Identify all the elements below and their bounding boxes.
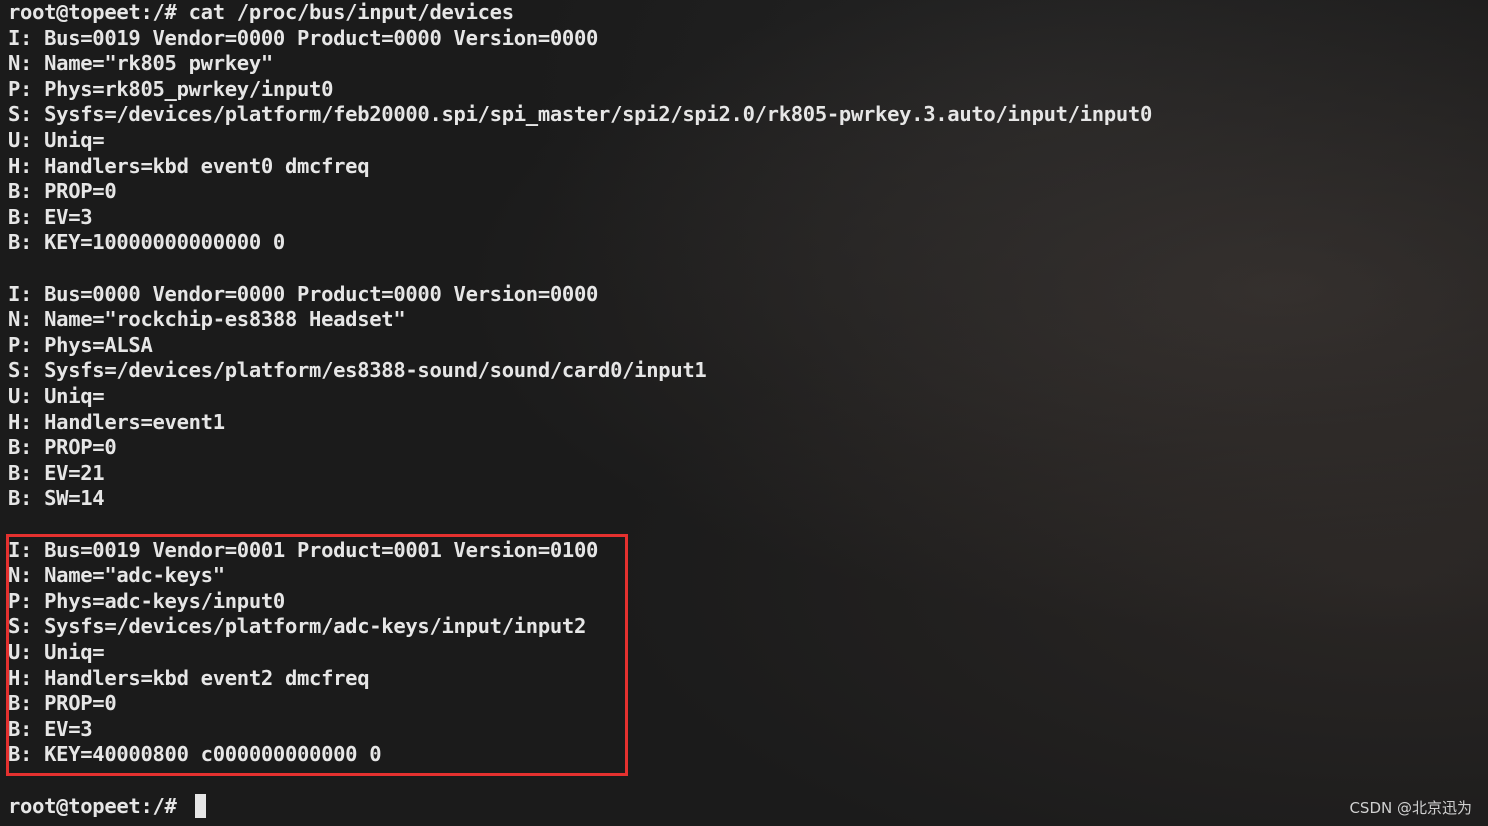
output-line: H: Handlers=event1 xyxy=(8,409,225,434)
output-line: B: EV=3 xyxy=(8,204,93,229)
output-line: S: Sysfs=/devices/platform/feb20000.spi/… xyxy=(8,102,1152,127)
shell-prompt: root@topeet:/# xyxy=(8,793,189,818)
output-line: B: SW=14 xyxy=(8,486,105,511)
shell-prompt-line[interactable]: root@topeet:/# xyxy=(8,793,206,819)
terminal-window[interactable]: root@topeet:/# cat /proc/bus/input/devic… xyxy=(0,0,1488,826)
highlight-box-adc-keys xyxy=(6,534,628,776)
output-line: B: PROP=0 xyxy=(8,179,117,204)
text-cursor xyxy=(194,793,206,818)
output-line: S: Sysfs=/devices/platform/es8388-sound/… xyxy=(8,358,707,383)
output-line: P: Phys=ALSA xyxy=(8,332,153,357)
output-line: U: Uniq= xyxy=(8,128,105,152)
output-line: B: KEY=10000000000000 0 xyxy=(8,230,285,255)
output-line: H: Handlers=kbd event0 dmcfreq xyxy=(8,153,370,178)
output-line: U: Uniq= xyxy=(8,384,105,408)
watermark: CSDN @北京迅为 xyxy=(1349,799,1472,817)
output-line: N: Name="rockchip-es8388 Headset" xyxy=(8,307,406,332)
output-line: I: Bus=0019 Vendor=0000 Product=0000 Ver… xyxy=(8,25,599,50)
output-line: B: EV=21 xyxy=(8,460,105,485)
command-line: root@topeet:/# cat /proc/bus/input/devic… xyxy=(8,0,514,24)
output-line: B: PROP=0 xyxy=(8,435,117,460)
output-line: N: Name="rk805 pwrkey" xyxy=(8,51,273,76)
output-line: I: Bus=0000 Vendor=0000 Product=0000 Ver… xyxy=(8,281,599,306)
output-line: P: Phys=rk805_pwrkey/input0 xyxy=(8,76,334,101)
